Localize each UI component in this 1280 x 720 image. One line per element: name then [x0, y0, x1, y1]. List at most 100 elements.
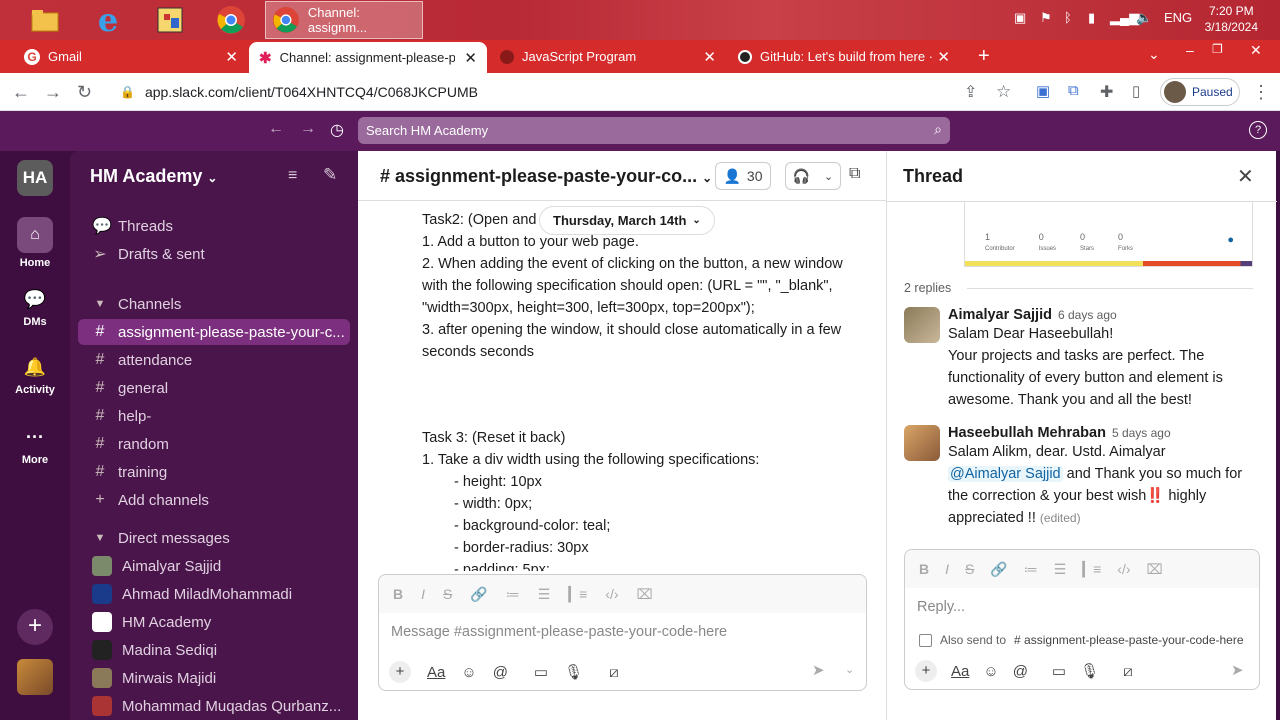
- bold-icon[interactable]: B: [919, 561, 929, 577]
- sidebar-item-threads[interactable]: 💬 Threads: [78, 213, 350, 239]
- tab-github[interactable]: GitHub: Let's build from here · Gi ✕: [728, 40, 960, 73]
- send-icon[interactable]: ➤: [812, 661, 825, 679]
- battery-icon[interactable]: ▮: [1088, 10, 1095, 26]
- ordered-list-icon[interactable]: ≔: [1024, 561, 1038, 578]
- sidebar-dm-madina[interactable]: Madina Sediqi: [78, 637, 350, 663]
- sidebar-dm-mohammad[interactable]: Mohammad Muqadas Qurbanz...: [78, 693, 350, 719]
- share-icon[interactable]: ⇪: [964, 82, 977, 102]
- close-icon[interactable]: ✕: [225, 48, 238, 66]
- restore-button[interactable]: ❐: [1212, 42, 1223, 56]
- history-clock-icon[interactable]: ◷: [330, 120, 344, 140]
- extension-icon[interactable]: ▣: [1036, 82, 1050, 100]
- language-indicator[interactable]: ENG: [1164, 10, 1192, 25]
- bold-icon[interactable]: B: [393, 586, 403, 602]
- avatar[interactable]: [904, 307, 940, 343]
- history-back-icon[interactable]: ←: [268, 120, 284, 138]
- rail-more[interactable]: ··· More: [0, 427, 70, 466]
- bullet-list-icon[interactable]: ☰: [538, 586, 551, 603]
- plus-icon[interactable]: +: [915, 660, 937, 682]
- channels-section-header[interactable]: ▼ Channels: [78, 291, 350, 317]
- sidebar-channel-general[interactable]: # general: [78, 375, 350, 401]
- internet-explorer-icon[interactable]: e: [91, 1, 125, 39]
- tab-search-chevron-icon[interactable]: ⌄: [1148, 46, 1160, 63]
- dm-section-header[interactable]: ▼ Direct messages: [78, 525, 350, 551]
- reload-icon[interactable]: ↻: [77, 82, 92, 103]
- network-status-icon[interactable]: ▣: [1014, 10, 1026, 26]
- code-icon[interactable]: ‹/›: [1117, 561, 1130, 577]
- italic-icon[interactable]: I: [421, 586, 425, 602]
- close-icon[interactable]: ✕: [703, 48, 716, 66]
- tab-gmail[interactable]: G Gmail ✕: [14, 40, 248, 73]
- flag-icon[interactable]: ⚑: [1040, 10, 1052, 26]
- reply-composer[interactable]: B I S 🔗 ≔ ☰ ▎≡ ‹/› ⌧ Reply... Also send …: [904, 549, 1260, 690]
- canvas-icon[interactable]: ⧉: [849, 165, 860, 183]
- user-avatar[interactable]: [17, 659, 53, 695]
- app-shortcut-icon[interactable]: [154, 3, 188, 37]
- workspace-name-button[interactable]: HM Academy ⌄: [90, 166, 217, 187]
- filter-icon[interactable]: ≡: [288, 167, 297, 185]
- microphone-icon[interactable]: 🎙: [1080, 662, 1099, 680]
- sender-name[interactable]: Aimalyar Sajjid: [948, 307, 1052, 323]
- plus-icon[interactable]: +: [389, 661, 411, 683]
- mention-icon[interactable]: @: [1013, 663, 1028, 680]
- close-icon[interactable]: ✕: [1237, 164, 1254, 189]
- compose-icon[interactable]: ✎: [323, 165, 337, 185]
- rail-activity[interactable]: 🔔 Activity: [0, 357, 70, 396]
- address-bar[interactable]: 🔒 app.slack.com/client/T064XHNTCQ4/C068J…: [108, 77, 998, 107]
- sidebar-dm-hm-academy[interactable]: HM Academy: [78, 609, 350, 635]
- sidebar-channel-attendance[interactable]: # attendance: [78, 347, 350, 373]
- message-composer[interactable]: B I S 🔗 ≔ ☰ ▎≡ ‹/› ⌧ Message #assignment…: [378, 574, 867, 691]
- extensions-puzzle-icon[interactable]: ✚: [1100, 82, 1113, 102]
- rail-dms[interactable]: 💬 DMs: [0, 289, 70, 328]
- strikethrough-icon[interactable]: S: [965, 561, 974, 577]
- menu-kebab-icon[interactable]: ⋮: [1252, 82, 1270, 103]
- italic-icon[interactable]: I: [945, 561, 949, 577]
- help-icon[interactable]: ?: [1249, 121, 1267, 139]
- emoji-icon[interactable]: ☺: [461, 664, 476, 681]
- search-input[interactable]: Search HM Academy ⌕: [358, 117, 950, 144]
- bullet-list-icon[interactable]: ☰: [1054, 561, 1067, 578]
- text-format-icon[interactable]: Aa: [427, 664, 445, 681]
- members-button[interactable]: 👤 30: [715, 162, 771, 190]
- bluetooth-icon[interactable]: ᛒ: [1064, 10, 1072, 25]
- message-time[interactable]: 6 days ago: [1058, 308, 1117, 322]
- close-icon[interactable]: ✕: [937, 48, 950, 66]
- rail-home[interactable]: ⌂ Home: [0, 217, 70, 269]
- system-clock[interactable]: 7:20 PM 3/18/2024: [1205, 3, 1258, 35]
- sidebar-channel-assignment[interactable]: # assignment-please-paste-your-c...: [78, 319, 350, 345]
- translate-extension-icon[interactable]: ⧉: [1068, 82, 1079, 99]
- back-icon[interactable]: ←: [12, 82, 30, 103]
- message-input[interactable]: Message #assignment-please-paste-your-co…: [391, 624, 727, 640]
- signal-icon[interactable]: ▂▄▆: [1110, 10, 1139, 26]
- chevron-down-icon[interactable]: ⌄: [845, 663, 854, 676]
- mention-icon[interactable]: @: [493, 664, 508, 681]
- forward-icon[interactable]: →: [44, 82, 62, 103]
- profile-paused-button[interactable]: Paused: [1160, 78, 1240, 106]
- sender-name[interactable]: Haseebullah Mehraban: [948, 425, 1106, 441]
- history-forward-icon[interactable]: →: [300, 120, 316, 138]
- link-icon[interactable]: 🔗: [990, 561, 1007, 578]
- side-panel-icon[interactable]: ▯: [1132, 82, 1140, 100]
- video-icon[interactable]: ▭: [534, 663, 548, 681]
- tab-javascript-program[interactable]: JavaScript Program ✕: [490, 40, 726, 73]
- close-window-button[interactable]: ✕: [1250, 42, 1262, 59]
- send-icon[interactable]: ➤: [1231, 661, 1244, 679]
- code-block-icon[interactable]: ⌧: [637, 586, 653, 603]
- sidebar-item-drafts[interactable]: ➢ Drafts & sent: [78, 241, 350, 267]
- link-icon[interactable]: 🔗: [470, 586, 487, 603]
- add-workspace-button[interactable]: +: [17, 609, 53, 645]
- taskbar-active-window[interactable]: Channel: assignm...: [265, 1, 423, 39]
- file-explorer-icon[interactable]: [28, 3, 62, 37]
- message-time[interactable]: 5 days ago: [1112, 426, 1171, 440]
- code-icon[interactable]: ‹/›: [605, 586, 618, 602]
- sidebar-channel-random[interactable]: # random: [78, 431, 350, 457]
- reply-input[interactable]: Reply...: [917, 599, 965, 615]
- also-send-checkbox[interactable]: [919, 633, 932, 647]
- emoji-icon[interactable]: ☺: [983, 663, 998, 680]
- user-mention[interactable]: @Aimalyar Sajjid: [948, 466, 1063, 482]
- ordered-list-icon[interactable]: ≔: [506, 586, 520, 603]
- blockquote-icon[interactable]: ▎≡: [1082, 561, 1101, 578]
- strikethrough-icon[interactable]: S: [443, 586, 452, 602]
- workspace-icon[interactable]: HA: [17, 160, 53, 196]
- slash-command-icon[interactable]: ⧄: [1123, 663, 1133, 680]
